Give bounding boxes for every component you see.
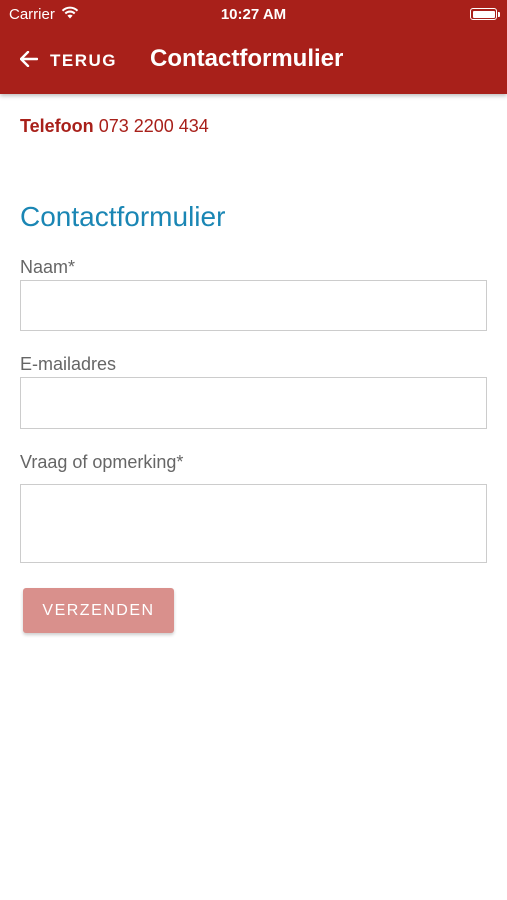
page-title: Contactformulier — [150, 45, 344, 72]
email-label: E-mailadres — [20, 354, 117, 374]
email-field[interactable] — [20, 377, 487, 429]
status-time: 10:27 AM — [220, 6, 287, 23]
phone-label: Telefoon — [20, 116, 94, 136]
contact-screen: Carrier 10:27 AM TERUG Contactformulier … — [0, 0, 507, 900]
name-label: Naam* — [20, 257, 76, 277]
back-button[interactable]: TERUG — [19, 48, 117, 74]
phone-number-link[interactable]: 073 2200 434 — [99, 116, 209, 136]
submit-button[interactable]: VERZENDEN — [23, 588, 174, 633]
status-bar: Carrier 10:27 AM — [0, 0, 507, 28]
top-bar: Carrier 10:27 AM TERUG Contactformulier — [0, 0, 507, 94]
message-field[interactable] — [20, 484, 487, 563]
name-field[interactable] — [20, 280, 487, 331]
back-label: TERUG — [50, 51, 117, 70]
app-bar: TERUG Contactformulier — [0, 28, 507, 94]
phone-line: Telefoon 073 2200 434 — [20, 116, 209, 137]
form-title: Contactformulier — [20, 201, 226, 232]
battery-icon — [470, 8, 500, 20]
arrow-left-icon — [19, 50, 39, 72]
message-label: Vraag of opmerking* — [20, 452, 184, 472]
